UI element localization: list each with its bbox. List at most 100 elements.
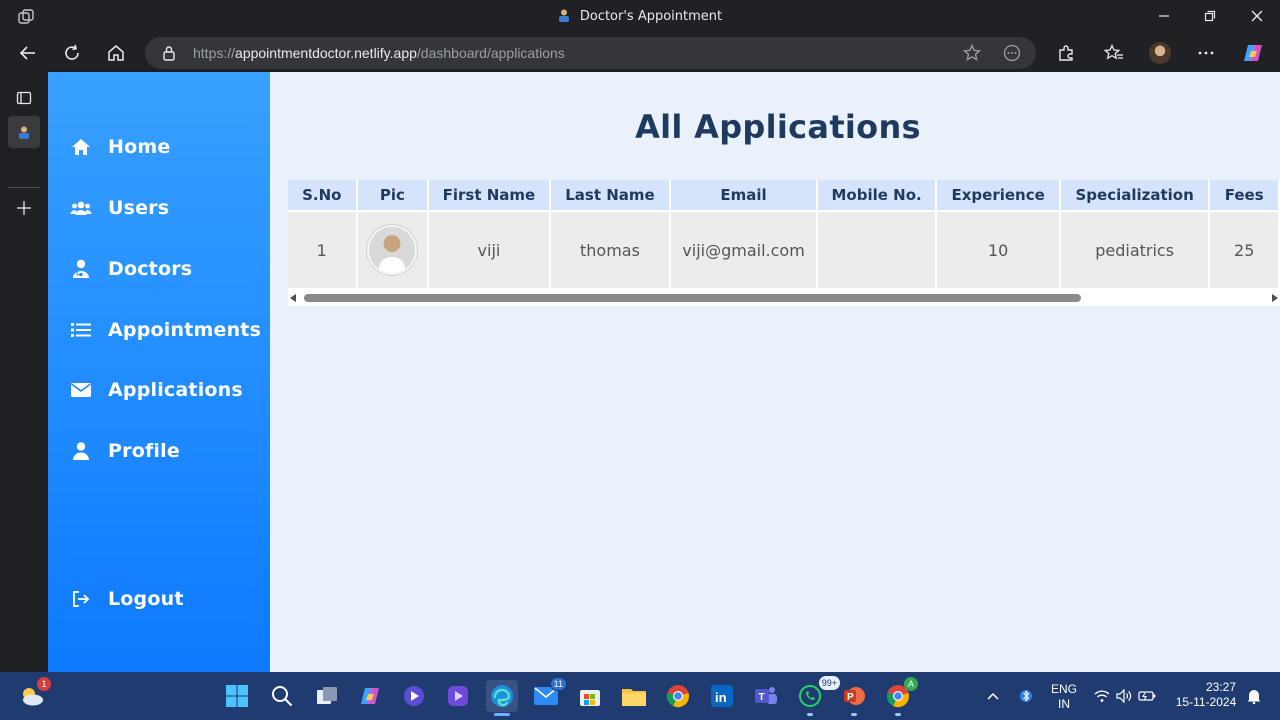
header-fees: Fees bbox=[1210, 180, 1280, 212]
show-hidden-icons-button[interactable] bbox=[978, 680, 1008, 712]
linkedin-taskbar-button[interactable]: in bbox=[706, 680, 738, 712]
logout-button[interactable]: Logout bbox=[70, 583, 184, 615]
new-tab-button[interactable] bbox=[8, 192, 40, 224]
favorites-button[interactable] bbox=[1100, 39, 1128, 67]
chrome-taskbar-button[interactable] bbox=[662, 680, 694, 712]
running-indicator bbox=[807, 713, 813, 716]
clock[interactable]: 23:27 15-11-2024 bbox=[1168, 680, 1244, 710]
task-view-button[interactable] bbox=[311, 680, 343, 712]
more-dots-icon bbox=[1198, 51, 1214, 55]
extensions-button[interactable] bbox=[1052, 39, 1080, 67]
whatsapp-icon bbox=[799, 685, 821, 707]
start-button[interactable] bbox=[221, 680, 253, 712]
url-host: appointmentdoctor.netlify.app bbox=[235, 45, 417, 61]
notifications-button[interactable] bbox=[1244, 680, 1264, 712]
horizontal-scrollbar[interactable] bbox=[288, 290, 1280, 306]
applications-table-container[interactable]: S.No Pic First Name Last Name Email Mobi… bbox=[288, 180, 1280, 306]
clipchamp-button[interactable] bbox=[398, 680, 430, 712]
scrollbar-thumb[interactable] bbox=[304, 294, 1081, 302]
store-icon bbox=[580, 690, 600, 706]
applications-table: S.No Pic First Name Last Name Email Mobi… bbox=[288, 180, 1280, 288]
copilot-button[interactable] bbox=[1239, 39, 1267, 67]
svg-text:in: in bbox=[715, 690, 727, 705]
header-email: Email bbox=[671, 180, 818, 212]
doctor-favicon-icon bbox=[558, 9, 569, 22]
file-explorer-button[interactable] bbox=[618, 680, 650, 712]
powerpoint-taskbar-button[interactable]: P bbox=[838, 680, 870, 716]
sidebar-item-label: Profile bbox=[108, 440, 180, 462]
folder-icon bbox=[622, 689, 646, 706]
cell-mobile bbox=[817, 212, 938, 288]
refresh-button[interactable] bbox=[58, 39, 86, 67]
table-row: 1 viji thomas viji@gmail.com 10 pediatri… bbox=[288, 212, 1280, 288]
home-button[interactable] bbox=[102, 39, 130, 67]
wifi-icon bbox=[1094, 690, 1110, 702]
svg-text:P: P bbox=[847, 692, 854, 703]
play-app-icon bbox=[448, 686, 468, 706]
sidebar-item-doctors[interactable]: Doctors bbox=[70, 253, 192, 285]
header-pic: Pic bbox=[357, 180, 430, 212]
user-icon bbox=[70, 440, 92, 462]
store-taskbar-button[interactable] bbox=[574, 680, 606, 712]
address-bar[interactable]: https://appointmentdoctor.netlify.app/da… bbox=[145, 37, 1036, 69]
mail-taskbar-button[interactable]: 11 bbox=[530, 677, 567, 712]
doctor-favicon-icon bbox=[19, 126, 29, 139]
cell-last-name: thomas bbox=[550, 212, 672, 288]
list-icon bbox=[70, 319, 92, 341]
header-last-name: Last Name bbox=[550, 180, 672, 212]
running-indicator bbox=[895, 713, 901, 716]
cell-sno: 1 bbox=[288, 212, 358, 288]
logout-icon bbox=[70, 588, 92, 610]
refresh-icon bbox=[65, 44, 79, 60]
mail-badge: 11 bbox=[549, 677, 567, 691]
sidebar-item-label: Doctors bbox=[108, 258, 193, 280]
vertical-tab-doctors-appointment[interactable] bbox=[8, 116, 40, 148]
window-title-text: Doctor's Appointment bbox=[579, 9, 723, 24]
whatsapp-taskbar-button[interactable]: 99+ bbox=[794, 676, 840, 716]
sidebar-item-applications[interactable]: Applications bbox=[70, 374, 243, 406]
envelope-icon bbox=[70, 379, 92, 401]
weather-widget[interactable]: 1 bbox=[16, 677, 51, 712]
page-title: All Applications bbox=[635, 108, 921, 146]
profile-avatar-button[interactable] bbox=[1146, 39, 1174, 67]
chrome-icon bbox=[666, 685, 689, 708]
sidebar-item-label: Appointments bbox=[108, 319, 262, 341]
chrome-profile-taskbar-button[interactable]: A bbox=[882, 677, 918, 716]
volume-icon bbox=[1116, 689, 1132, 703]
powerpoint-icon: P bbox=[844, 687, 865, 705]
search-button[interactable] bbox=[266, 680, 298, 712]
url-text[interactable]: https://appointmentdoctor.netlify.app/da… bbox=[193, 45, 565, 61]
scroll-left-arrow-icon[interactable] bbox=[290, 294, 296, 302]
cell-first-name: viji bbox=[429, 212, 551, 288]
edge-taskbar-button[interactable] bbox=[486, 680, 518, 716]
rail-divider bbox=[8, 187, 40, 188]
lock-icon[interactable] bbox=[162, 45, 176, 61]
minimize-icon bbox=[1159, 15, 1169, 17]
close-window-button[interactable] bbox=[1237, 4, 1277, 28]
sidebar-item-home[interactable]: Home bbox=[70, 131, 170, 163]
sidebar-item-users[interactable]: Users bbox=[70, 192, 169, 224]
teams-taskbar-button[interactable]: T bbox=[750, 680, 782, 712]
minimize-button[interactable] bbox=[1144, 4, 1184, 28]
app-sidebar: Home Users Doctors Appointments Applicat… bbox=[48, 72, 270, 672]
bluetooth-button[interactable] bbox=[1012, 680, 1040, 712]
app-button-purple[interactable] bbox=[442, 680, 474, 712]
settings-more-button[interactable] bbox=[1192, 39, 1220, 67]
edge-browser-icon bbox=[491, 685, 513, 707]
page-actions-icon[interactable] bbox=[1003, 44, 1021, 62]
sidebar-item-profile[interactable]: Profile bbox=[70, 435, 180, 467]
tab-actions-button[interactable] bbox=[8, 82, 40, 114]
region-text: IN bbox=[1058, 697, 1070, 711]
favorite-star-icon[interactable] bbox=[963, 44, 981, 62]
sidebar-item-appointments[interactable]: Appointments bbox=[70, 314, 261, 346]
back-button[interactable] bbox=[14, 39, 42, 67]
header-mobile: Mobile No. bbox=[817, 180, 938, 212]
scroll-right-arrow-icon[interactable] bbox=[1272, 294, 1278, 302]
quick-settings-button[interactable] bbox=[1090, 680, 1160, 712]
home-icon bbox=[70, 136, 92, 158]
cell-pic bbox=[357, 212, 430, 288]
language-indicator[interactable]: ENG IN bbox=[1044, 682, 1084, 712]
profile-avatar-icon bbox=[1149, 42, 1171, 64]
copilot-taskbar-button[interactable] bbox=[354, 680, 386, 712]
restore-button[interactable] bbox=[1190, 4, 1230, 28]
